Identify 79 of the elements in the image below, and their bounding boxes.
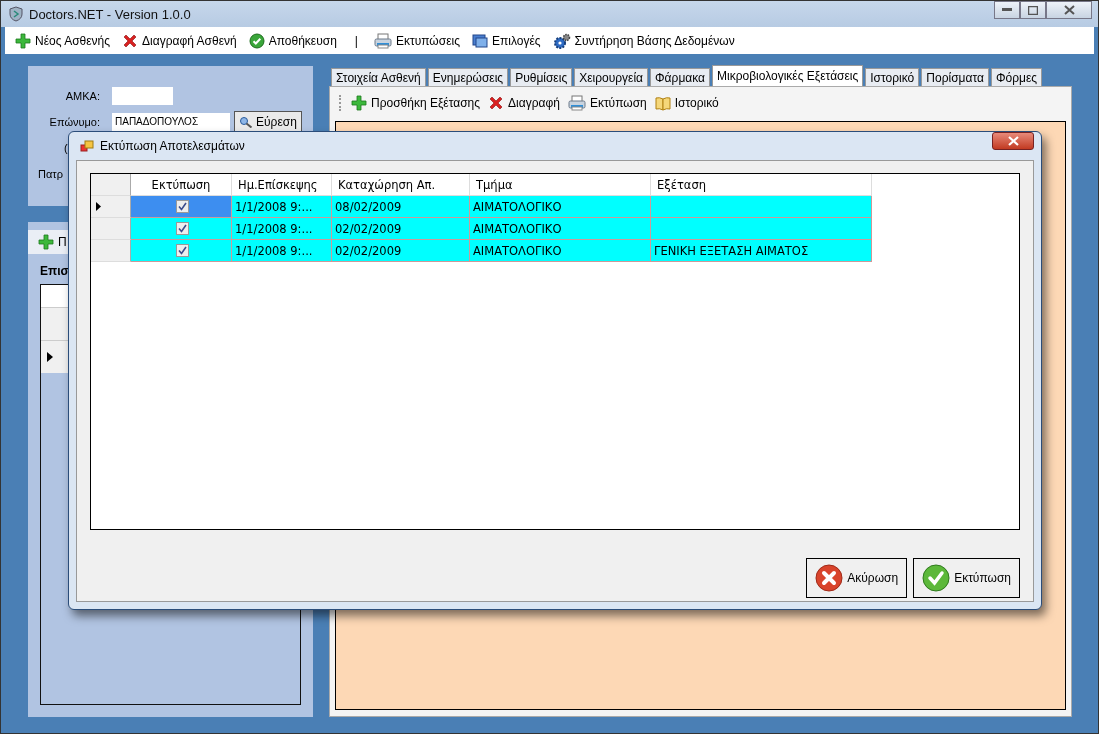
- toolbar-button[interactable]: Διαγραφή: [488, 95, 560, 111]
- find-button[interactable]: Εύρεση: [234, 111, 302, 133]
- table-cell: ΑΙΜΑΤΟΛΟΓΙΚΟ: [470, 240, 651, 262]
- tab[interactable]: Φόρμες: [990, 68, 1043, 86]
- check-circle-icon: [248, 32, 265, 49]
- field-label: Πατρ: [38, 168, 63, 180]
- checkbox[interactable]: [176, 244, 189, 257]
- column-header: Εκτύπωση: [131, 174, 232, 196]
- search-icon: [239, 116, 253, 128]
- window-icon: [471, 32, 488, 49]
- toolbar-button[interactable]: Διαγραφή Ασθενή: [122, 32, 237, 49]
- table-cell: 08/02/2009: [332, 196, 470, 218]
- tab[interactable]: Πορίσματα: [921, 68, 989, 86]
- tab[interactable]: Ιστορικό: [865, 68, 920, 86]
- printer-icon: [373, 32, 392, 49]
- table-cell: ΓΕΝΙΚΗ ΕΞΕΤΑΣΗ ΑΙΜΑΤΟΣ: [651, 240, 872, 262]
- minimize-button[interactable]: [994, 1, 1020, 19]
- tab[interactable]: Φάρμακα: [650, 68, 711, 86]
- toolbar-button[interactable]: Συντήρηση Βάσης Δεδομένων: [552, 32, 735, 49]
- column-header: Εξέταση: [651, 174, 872, 196]
- minimize-icon: [1002, 8, 1012, 12]
- row-pointer-icon: [47, 352, 53, 362]
- printer-icon: [567, 95, 586, 111]
- toolbar-separator: |: [353, 33, 359, 48]
- table-cell: 1/1/2008 9:...: [232, 240, 332, 262]
- close-icon: [1007, 136, 1019, 146]
- tab[interactable]: Ενημερώσεις: [427, 68, 509, 86]
- close-button[interactable]: [992, 132, 1034, 150]
- dialog-title: Εκτύπωση Αποτελεσμάτων: [100, 139, 245, 153]
- toolbar-button[interactable]: Νέος Ασθενής: [15, 32, 111, 49]
- table-cell: ΑΙΜΑΤΟΛΟΓΙΚΟ: [470, 196, 651, 218]
- table-cell: 02/02/2009: [332, 218, 470, 240]
- checkbox-cell[interactable]: [131, 196, 232, 218]
- tab[interactable]: Ρυθμίσεις: [510, 68, 573, 86]
- amka-field[interactable]: [112, 87, 173, 105]
- close-icon: [1063, 5, 1075, 15]
- print-button[interactable]: Εκτύπωση: [913, 558, 1020, 598]
- plus-icon: [15, 32, 31, 49]
- cancel-button[interactable]: Ακύρωση: [806, 558, 908, 598]
- column-header: Ημ.Επίσκεψης: [232, 174, 332, 196]
- checkbox-cell[interactable]: [131, 240, 232, 262]
- checkbox[interactable]: [176, 200, 189, 213]
- table-cell: 02/02/2009: [332, 240, 470, 262]
- field-label: Επώνυμο:: [48, 116, 101, 128]
- tab[interactable]: Χειρουργεία: [574, 68, 649, 86]
- toolbar-button[interactable]: Προσθήκη Εξέτασης: [351, 95, 481, 111]
- field-label: ΑΜΚΑ:: [64, 90, 101, 102]
- plus-icon: [38, 234, 54, 250]
- checkbox-cell[interactable]: [131, 218, 232, 240]
- table-cell: 1/1/2008 9:...: [232, 218, 332, 240]
- field-label: (: [64, 142, 68, 154]
- cross-icon: [122, 32, 139, 49]
- table-cell: 1/1/2008 9:...: [232, 196, 332, 218]
- checkbox[interactable]: [176, 222, 189, 235]
- form-icon: [80, 140, 94, 152]
- tab[interactable]: Μικροβιολογικές Εξετάσεις: [712, 65, 864, 86]
- toolbar-button[interactable]: Εκτυπώσεις: [373, 32, 460, 49]
- cross-icon: [488, 95, 505, 111]
- maximize-icon: [1028, 5, 1038, 15]
- table-cell: ΑΙΜΑΤΟΛΟΓΙΚΟ: [470, 218, 651, 240]
- close-button[interactable]: [1046, 1, 1092, 19]
- book-icon: [654, 95, 671, 111]
- row-pointer-icon: [96, 202, 101, 211]
- toolbar-button[interactable]: Εκτύπωση: [567, 95, 647, 111]
- toolbar-button[interactable]: Ιστορικό: [654, 95, 719, 111]
- gears-icon: [552, 32, 571, 49]
- column-header: Τμήμα: [470, 174, 651, 196]
- tab[interactable]: Στοιχεία Ασθενή: [331, 68, 426, 86]
- column-header: Καταχώρηση Απ.: [332, 174, 470, 196]
- shield-icon: [9, 6, 23, 22]
- window-title: Doctors.NET - Version 1.0.0: [29, 6, 191, 22]
- check-icon: [922, 564, 951, 592]
- toolbar-button[interactable]: Επιλογές: [471, 32, 541, 49]
- visits-label: Επισ: [40, 264, 70, 278]
- maximize-button[interactable]: [1020, 1, 1046, 19]
- cancel-icon: [815, 564, 844, 592]
- surname-field[interactable]: ΠΑΠΑΔΟΠΟΥΛΟΣ: [112, 113, 230, 131]
- toolbar-button[interactable]: Αποθήκευση: [248, 32, 337, 49]
- plus-icon: [351, 95, 367, 111]
